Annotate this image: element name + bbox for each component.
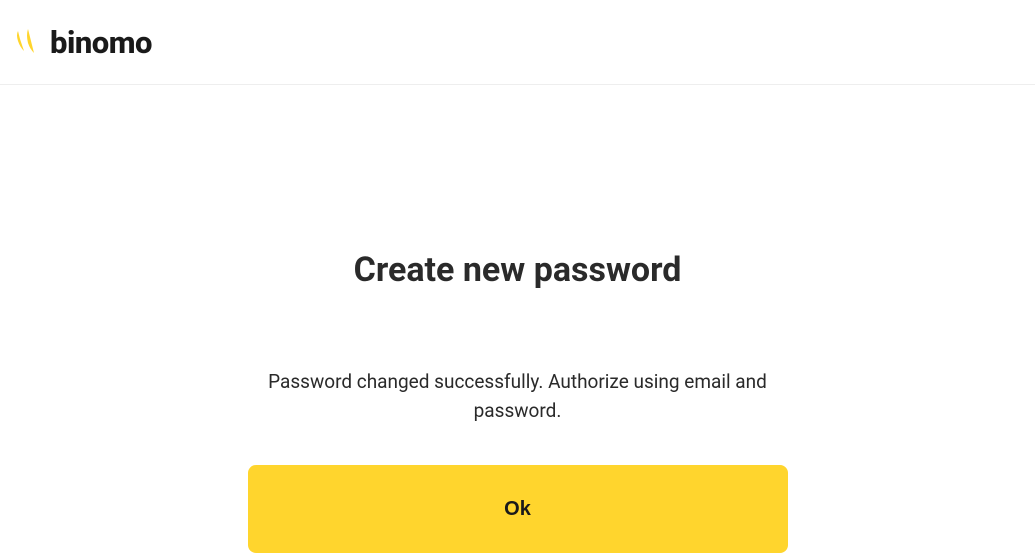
brand-logo[interactable]: binomo — [12, 24, 152, 61]
brand-logo-icon — [12, 27, 42, 57]
main-content: Create new password Password changed suc… — [0, 85, 1035, 553]
page-title: Create new password — [354, 250, 682, 290]
ok-button[interactable]: Ok — [248, 465, 788, 553]
password-success-panel: Create new password Password changed suc… — [248, 250, 788, 553]
header: binomo — [0, 0, 1035, 85]
brand-name: binomo — [50, 24, 152, 61]
success-message: Password changed successfully. Authorize… — [248, 368, 788, 425]
